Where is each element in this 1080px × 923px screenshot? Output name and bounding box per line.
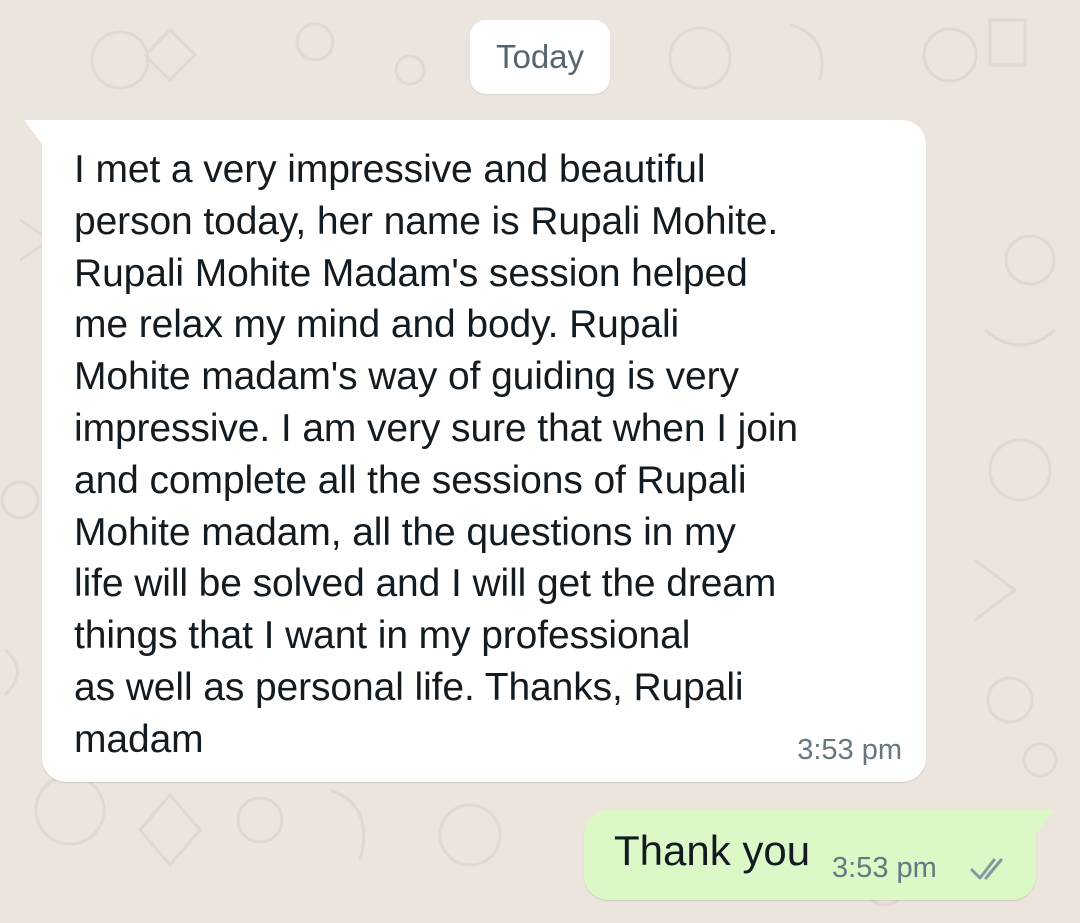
- double-check-icon: [970, 854, 1010, 884]
- outgoing-message-bubble[interactable]: Thank you 3:53 pm: [584, 810, 1054, 900]
- outgoing-message-time: 3:53 pm: [832, 852, 937, 884]
- incoming-message-text: I met a very impressive and beautiful pe…: [74, 148, 798, 761]
- incoming-bubble-tail: [24, 120, 42, 144]
- incoming-message-bubble[interactable]: I met a very impressive and beautiful pe…: [24, 120, 926, 782]
- outgoing-bubble-tail: [1036, 810, 1054, 834]
- incoming-message-time: 3:53 pm: [797, 734, 902, 766]
- outgoing-message-text: Thank you: [614, 827, 811, 874]
- date-separator: Today: [470, 20, 610, 94]
